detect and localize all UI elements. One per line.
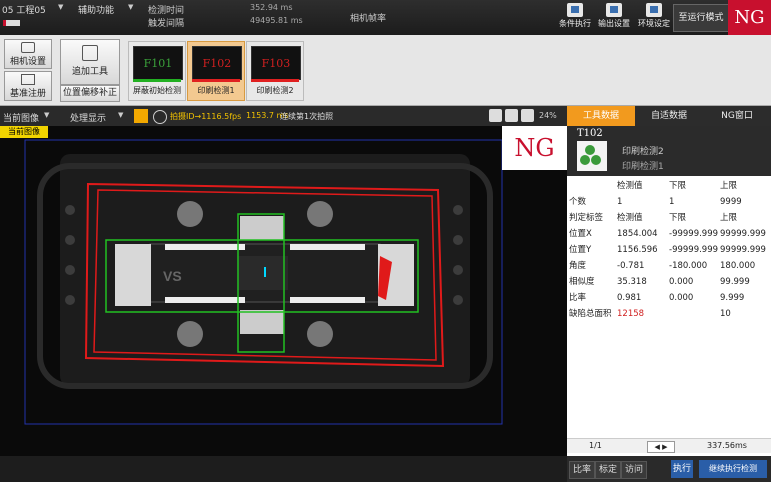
tab-ng-window[interactable]: NG窗口 xyxy=(703,106,771,126)
camera-icon xyxy=(21,42,35,53)
calibrate-button[interactable]: 标定 xyxy=(595,461,621,479)
env-settings-button[interactable]: 环境设定 xyxy=(636,2,672,33)
tree-icon xyxy=(567,3,583,17)
ng-indicator: NG xyxy=(502,126,567,170)
tool-header: T102 印刷检测2 印刷检测1 xyxy=(567,126,771,176)
shot-id-text: 拍摄ID→1116.5fps xyxy=(170,112,242,121)
table-row: 判定标签 检测值 下限 上限 xyxy=(569,213,738,223)
panel-bottom-bar: 比率 标定 访问 执行 继续执行检测 xyxy=(567,456,771,482)
table-row: 位置Y 1156.596 -99999.999 99999.999 xyxy=(569,245,766,255)
table-row: 缺陷总面积 12158 10 xyxy=(569,309,731,319)
current-image-select[interactable]: 当前图像 xyxy=(3,111,39,124)
table-row: 位置X 1854.004 -99999.999 99999.999 xyxy=(569,229,766,239)
chevron-down-icon[interactable]: ▼ xyxy=(128,3,133,11)
wrench-icon xyxy=(82,45,98,61)
tool-name: 印刷检测2 xyxy=(622,147,664,157)
chevron-down-icon[interactable]: ▼ xyxy=(44,111,49,119)
tool-type: 印刷检测1 xyxy=(622,162,664,172)
image-view[interactable]: 当前图像 VS NG xyxy=(0,126,567,456)
tool-card-f103[interactable]: F103 印刷检测2 xyxy=(246,41,304,101)
position-offset-button[interactable]: 位置偏移补正 xyxy=(60,85,120,102)
tool-row: 相机设置 基准注册 追加工具 位置偏移补正 F101 屏蔽初始检测 F102 印… xyxy=(0,35,771,106)
detect-time-label: 检测时间 xyxy=(148,6,185,16)
trigger-interval-label: 触发间隔 xyxy=(148,19,185,29)
right-panel: 工具数据 自适数据 NG窗口 T102 印刷检测2 印刷检测1 检测值 下限 上… xyxy=(567,106,771,482)
elapsed-time: 337.56ms xyxy=(707,441,747,450)
project-name[interactable]: 05 工程05 xyxy=(2,3,46,16)
card-thumbnail: F102 xyxy=(192,46,242,80)
continue-detect-button[interactable]: 继续执行检测 xyxy=(699,460,767,478)
camera-settings-button[interactable]: 相机设置 xyxy=(4,39,52,69)
register-icon xyxy=(21,74,35,85)
detect-time-value: 352.94 ms xyxy=(250,3,293,12)
chevron-down-icon[interactable]: ▼ xyxy=(58,3,63,11)
progress-icon xyxy=(3,20,20,26)
trigger-interval-value: 49495.81 ms xyxy=(250,16,303,25)
tab-tool-data[interactable]: 工具数据 xyxy=(567,106,635,126)
tool-card-f101[interactable]: F101 屏蔽初始检测 xyxy=(128,41,186,101)
access-button[interactable]: 访问 xyxy=(621,461,647,479)
monitor-icon xyxy=(646,3,662,17)
card-thumbnail: F101 xyxy=(133,46,183,80)
output-icon xyxy=(606,3,622,17)
tool-card-f102[interactable]: F102 印刷检测1 xyxy=(187,41,245,101)
ratio-button[interactable]: 比率 xyxy=(569,461,595,479)
process-display-select[interactable]: 处理显示 xyxy=(70,111,106,124)
card-caption: 屏蔽初始检测 xyxy=(133,86,181,95)
chevron-down-icon[interactable]: ▼ xyxy=(118,111,123,119)
camera-icon xyxy=(153,110,167,124)
top-bar: 05 工程05 ▼ 辅助功能 ▼ 检测时间 触发间隔 352.94 ms 494… xyxy=(0,0,771,36)
execute-button[interactable]: 执行 xyxy=(671,460,693,478)
page-arrows-icon[interactable]: ◀ ▶ xyxy=(647,441,675,453)
capture-icon[interactable] xyxy=(134,109,148,123)
add-tool-button[interactable]: 追加工具 xyxy=(60,39,120,85)
camera-fps-label: 相机帧率 xyxy=(350,14,387,24)
status-bar xyxy=(251,79,299,82)
table-header: 检测值 下限 上限 xyxy=(617,181,738,191)
left-pad xyxy=(115,244,151,306)
card-caption: 印刷检测2 xyxy=(256,86,294,95)
condition-exec-button[interactable]: 条件执行 xyxy=(557,2,593,33)
table-row: 比率 0.981 0.000 9.999 xyxy=(569,293,745,303)
status-bar xyxy=(192,79,240,82)
table-row: 个数 1 1 9999 xyxy=(569,197,742,207)
tab-adaptive-data[interactable]: 自适数据 xyxy=(635,106,703,126)
table-row: 相似度 35.318 0.000 99.999 xyxy=(569,277,750,287)
card-thumbnail: F103 xyxy=(251,46,301,80)
run-mode-button[interactable]: 至运行模式 xyxy=(673,4,729,32)
status-bar xyxy=(133,79,181,82)
image-status-bar xyxy=(0,456,567,482)
zoom-fit-icon[interactable] xyxy=(521,109,534,122)
tool-id: T102 xyxy=(577,128,603,139)
image-toolbar: 当前图像 ▼ 处理显示 ▼ 拍摄ID→1116.5fps 1153.7 ms 连… xyxy=(0,106,567,127)
reference-register-button[interactable]: 基准注册 xyxy=(4,71,52,101)
output-settings-button[interactable]: 输出设置 xyxy=(596,2,632,33)
ng-badge: NG xyxy=(728,0,771,35)
inspection-image: VS xyxy=(24,139,503,425)
zoom-level: 24% xyxy=(539,111,557,120)
tool-icon xyxy=(577,141,607,171)
pager: 1/1 ◀ ▶ 337.56ms xyxy=(567,438,771,453)
zoom-in-icon[interactable] xyxy=(489,109,502,122)
card-caption: 印刷检测1 xyxy=(197,86,235,95)
menu-aux[interactable]: 辅助功能 xyxy=(78,3,114,16)
chip-label: VS xyxy=(163,268,182,284)
zoom-out-icon[interactable] xyxy=(505,109,518,122)
continuous-text: 连续第1次拍照 xyxy=(280,112,334,121)
table-row: 角度 -0.781 -180.000 180.000 xyxy=(569,261,756,271)
